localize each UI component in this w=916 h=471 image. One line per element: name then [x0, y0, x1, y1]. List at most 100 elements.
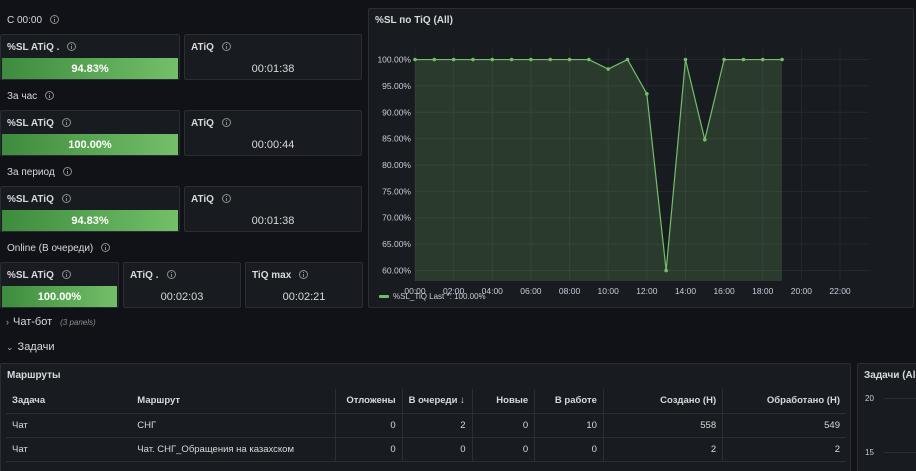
x-tick-label: 10:00: [598, 286, 620, 296]
x-tick-label: 16:00: [713, 286, 735, 296]
cell-in-queue: 2: [402, 413, 473, 438]
data-point: [722, 57, 726, 62]
cell-new: 0: [472, 437, 536, 462]
y-tick-label: 100.00%: [377, 55, 411, 65]
row-title-online: Online (В очереди): [7, 242, 111, 254]
section-tasks-label: Задачи: [17, 341, 55, 353]
data-point: [432, 57, 437, 62]
table-row: Чат Чат. СНГ_Обращения на казахском 0 0 …: [6, 437, 846, 462]
tasks-chart-gridline: [884, 452, 916, 453]
data-point: [529, 57, 533, 62]
data-point: [664, 268, 668, 273]
tiq-max-panel-online: TiQ max 00:02:21: [245, 262, 363, 308]
panel-title: ATiQ .: [130, 269, 176, 281]
sl-tiq-chart: 60.00% 65.00% 70.00% 75.00% 80.00% 85.00% 90.0…: [377, 49, 869, 301]
info-icon[interactable]: [61, 118, 71, 127]
column-header-in-queue[interactable]: В очереди ↓: [402, 389, 473, 414]
data-point: [509, 57, 514, 62]
data-point: [567, 57, 572, 62]
cell-postponed: 0: [335, 413, 403, 438]
info-icon[interactable]: [62, 167, 72, 176]
atiq-value: 00:02:03: [160, 291, 204, 303]
y-tick-label: 70.00%: [382, 213, 411, 223]
info-icon[interactable]: [50, 15, 60, 24]
panel-title: ATiQ: [191, 41, 231, 53]
column-header-created[interactable]: Создано (Н): [603, 389, 724, 414]
panel-title: %SL ATiQ: [7, 269, 71, 281]
atiq-panel-online: ATiQ . 00:02:03: [123, 262, 241, 308]
column-header-processed[interactable]: Обработано (Н): [722, 389, 846, 414]
atiq-panel-period: ATiQ 00:01:38: [184, 186, 362, 232]
panel-title: %SL ATiQ: [7, 193, 71, 205]
data-point: [606, 67, 610, 71]
column-header-in-work[interactable]: В работе: [534, 389, 604, 414]
y-tick-label: 90.00%: [382, 107, 411, 117]
tiq-max-value: 00:02:21: [282, 291, 326, 303]
cell-in-work: 0: [534, 437, 604, 462]
data-point: [451, 57, 456, 62]
sl-tiq-chart-panel: %SL по TiQ (All) 60.00% 65.00% 70.00% 75.00…: [368, 8, 914, 308]
section-chatbot[interactable]: › Чат-бот (3 panels): [0, 311, 916, 333]
x-tick-label: 06:00: [520, 286, 542, 296]
cell-route: СНГ: [131, 413, 336, 438]
table-row: Чат СНГ 0 2 0 10 558 549: [6, 413, 846, 438]
section-chatbot-label: Чат-бот: [13, 316, 53, 328]
column-header-route[interactable]: Маршрут: [131, 389, 336, 414]
atiq-value: 00:01:38: [251, 215, 295, 227]
y-tick-label: 80.00%: [382, 160, 411, 170]
info-icon[interactable]: [67, 42, 77, 51]
sl-atiq-panel-period: %SL ATiQ 94.83%: [0, 186, 180, 232]
x-tick-label: 18:00: [752, 286, 774, 296]
data-point: [780, 57, 784, 62]
cell-processed: 2: [722, 437, 846, 462]
sl-atiq-panel-online: %SL ATiQ 100.00%: [0, 262, 119, 308]
info-icon[interactable]: [61, 270, 71, 279]
info-icon[interactable]: [101, 243, 111, 252]
data-point: [760, 57, 765, 62]
info-icon[interactable]: [299, 270, 309, 279]
info-icon[interactable]: [61, 194, 71, 203]
sl-value-bar: 100.00%: [2, 286, 117, 307]
panel-title: TiQ max: [252, 269, 309, 281]
legend-label: %SL_TiQ Last *: 100.00%: [393, 292, 486, 301]
info-icon[interactable]: [221, 194, 231, 203]
info-icon[interactable]: [221, 118, 231, 127]
data-point: [490, 57, 495, 62]
data-point: [645, 92, 649, 96]
table-header-row: Задача Маршрут Отложены В очереди ↓ Новы…: [6, 389, 846, 414]
row-title-last-hour: За час: [7, 90, 55, 102]
x-tick-label: 08:00: [559, 286, 581, 296]
data-point: [471, 57, 475, 62]
column-header-task[interactable]: Задача: [6, 389, 132, 414]
tasks-chart-gridline: [884, 398, 916, 399]
series-area: [415, 59, 783, 281]
sl-atiq-panel-since-midnight: %SL ATiQ . 94.83%: [0, 34, 180, 80]
atiq-value: 00:00:44: [251, 139, 295, 151]
sl-value-bar: 100.00%: [2, 134, 178, 155]
info-icon[interactable]: [45, 91, 55, 100]
data-point: [683, 57, 688, 62]
atiq-panel-since-midnight: ATiQ 00:01:38: [184, 34, 362, 80]
section-tasks[interactable]: ⌄ Задачи: [0, 336, 916, 358]
atiq-panel-last-hour: ATiQ 00:00:44: [184, 110, 362, 156]
x-tick-label: 22:00: [829, 286, 851, 296]
cell-task: Чат: [6, 413, 132, 438]
panel-title: ATiQ: [191, 117, 231, 129]
chevron-right-icon: ›: [6, 317, 9, 327]
data-point: [702, 137, 707, 142]
column-header-postponed[interactable]: Отложены: [335, 389, 403, 414]
x-tick-label: 14:00: [675, 286, 697, 296]
panel-title: %SL ATiQ: [7, 117, 71, 129]
info-icon[interactable]: [221, 42, 231, 51]
column-header-new[interactable]: Новые: [472, 389, 536, 414]
info-icon[interactable]: [166, 270, 176, 279]
x-tick-label: 20:00: [791, 286, 813, 296]
panel-title: %SL ATiQ .: [7, 41, 77, 53]
cell-postponed: 0: [335, 437, 403, 462]
cell-created: 2: [603, 437, 724, 462]
data-point: [625, 57, 630, 62]
cell-processed: 549: [722, 413, 846, 438]
routes-panel-title: Маршруты: [7, 370, 61, 381]
section-panels-count: (3 panels): [60, 317, 96, 327]
y-tick-label: 95.00%: [382, 81, 411, 91]
